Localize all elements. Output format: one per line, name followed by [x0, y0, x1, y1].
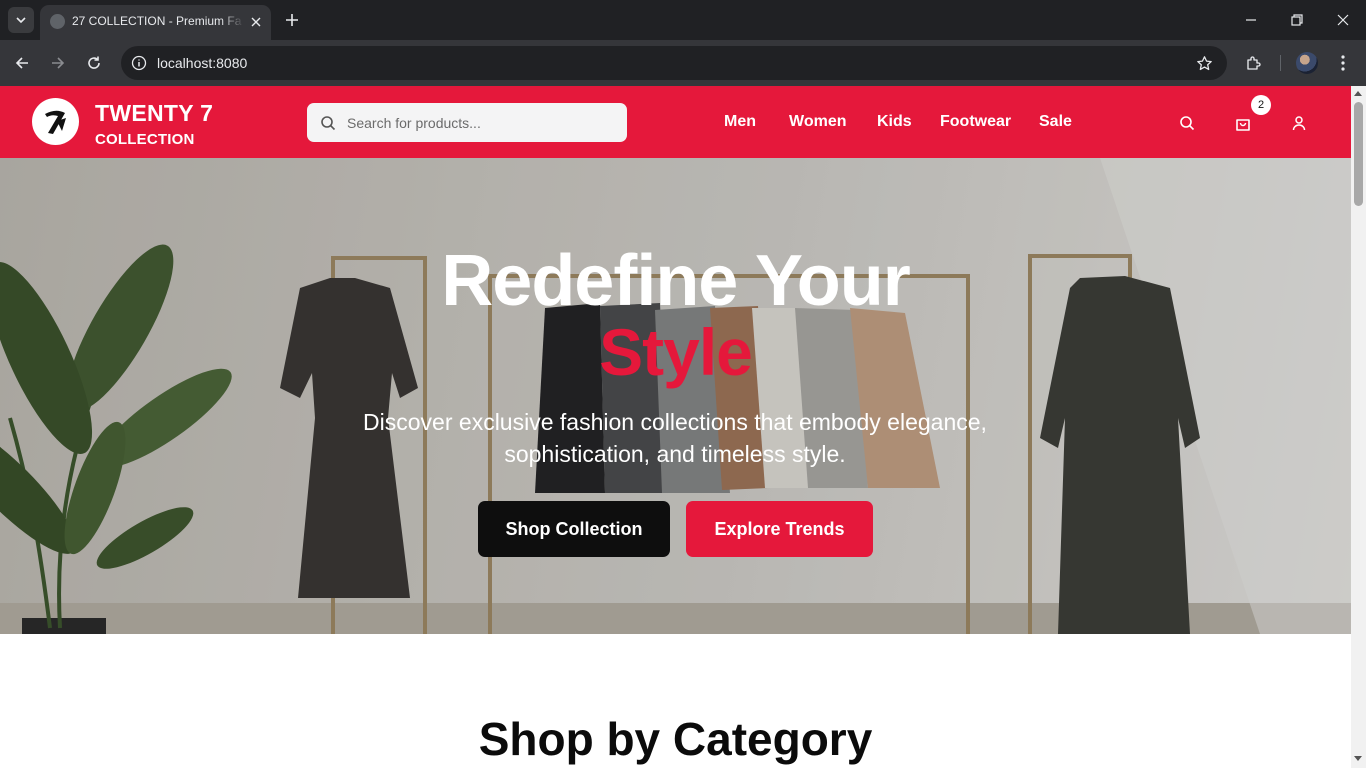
info-icon [131, 55, 147, 71]
chevron-down-icon [16, 17, 26, 24]
header-search-button[interactable] [1176, 112, 1198, 134]
shopping-bag-icon [1236, 118, 1250, 131]
search-icon [318, 113, 338, 133]
browser-toolbar: localhost:8080 [0, 40, 1366, 86]
site-info-button[interactable] [127, 51, 151, 75]
brand-logo[interactable] [32, 98, 79, 145]
browser-tab-bar: 27 COLLECTION - Premium Fashion [0, 0, 1366, 40]
nav-link-men[interactable]: Men [724, 113, 756, 131]
minimize-icon [1246, 19, 1256, 21]
nav-link-kids[interactable]: Kids [877, 113, 912, 131]
hero-overlay [0, 158, 1351, 634]
brand-tagline[interactable]: COLLECTION [95, 131, 195, 148]
toolbar-divider [1280, 55, 1281, 71]
close-window-button[interactable] [1329, 6, 1357, 34]
browser-tab-active[interactable]: 27 COLLECTION - Premium Fashion [40, 5, 271, 40]
nav-link-women[interactable]: Women [789, 113, 846, 131]
arrow-right-icon [52, 57, 65, 69]
page-scrollbar[interactable] [1351, 86, 1366, 768]
brand-name[interactable]: TWENTY 7 [95, 100, 213, 127]
account-button[interactable] [1288, 112, 1310, 134]
explore-trends-button[interactable]: Explore Trends [686, 501, 873, 557]
hero-subtitle: Discover exclusive fashion collections t… [363, 409, 987, 467]
site-header: TWENTY 7 COLLECTION Men Women Kids Footw… [0, 86, 1351, 158]
tab-close-button[interactable] [247, 13, 265, 31]
product-search[interactable] [307, 103, 627, 142]
arrow-left-icon [15, 57, 28, 69]
restore-button[interactable] [1283, 6, 1311, 34]
page-viewport: TWENTY 7 COLLECTION Men Women Kids Footw… [0, 86, 1351, 768]
new-tab-button[interactable] [281, 9, 303, 31]
hero-banner: Redefine Your Style Discover exclusive f… [0, 158, 1351, 634]
restore-icon [1291, 14, 1303, 26]
scroll-thumb[interactable] [1354, 102, 1363, 206]
nav-link-footwear[interactable]: Footwear [940, 113, 1011, 131]
tab-search-button[interactable] [8, 7, 34, 33]
nav-link-sale[interactable]: Sale [1039, 113, 1072, 131]
more-vertical-icon [1341, 55, 1345, 71]
star-icon [1196, 55, 1212, 70]
url-text[interactable]: localhost:8080 [157, 55, 247, 71]
forward-button[interactable] [45, 50, 71, 76]
search-icon [1180, 116, 1195, 131]
category-section-title: Shop by Category [478, 713, 873, 765]
cart-button[interactable] [1232, 112, 1254, 134]
globe-icon [50, 14, 65, 29]
close-icon [251, 17, 261, 27]
search-input[interactable] [347, 103, 619, 142]
address-bar[interactable]: localhost:8080 [121, 46, 1227, 80]
tab-title: 27 COLLECTION - Premium Fashion [72, 14, 242, 28]
user-icon [1292, 116, 1306, 131]
cart-count-badge: 2 [1251, 95, 1271, 115]
reload-button[interactable] [81, 50, 107, 76]
bookmark-button[interactable] [1193, 52, 1215, 74]
shop-collection-button[interactable]: Shop Collection [478, 501, 670, 557]
logo-icon [44, 110, 66, 134]
back-button[interactable] [9, 50, 35, 76]
scroll-down-arrow-icon[interactable] [1354, 756, 1362, 761]
extensions-button[interactable] [1242, 51, 1266, 75]
hero-title-accent: Style [599, 315, 753, 389]
tab-title-fade [220, 11, 244, 33]
scroll-up-arrow-icon[interactable] [1354, 91, 1362, 96]
minimize-button[interactable] [1237, 6, 1265, 34]
close-icon [1337, 14, 1349, 26]
browser-menu-button[interactable] [1331, 51, 1355, 75]
plus-icon [286, 14, 298, 26]
reload-icon [88, 56, 100, 69]
profile-avatar[interactable] [1296, 52, 1318, 74]
puzzle-icon [1247, 56, 1261, 70]
hero-title: Redefine Your [441, 241, 910, 321]
